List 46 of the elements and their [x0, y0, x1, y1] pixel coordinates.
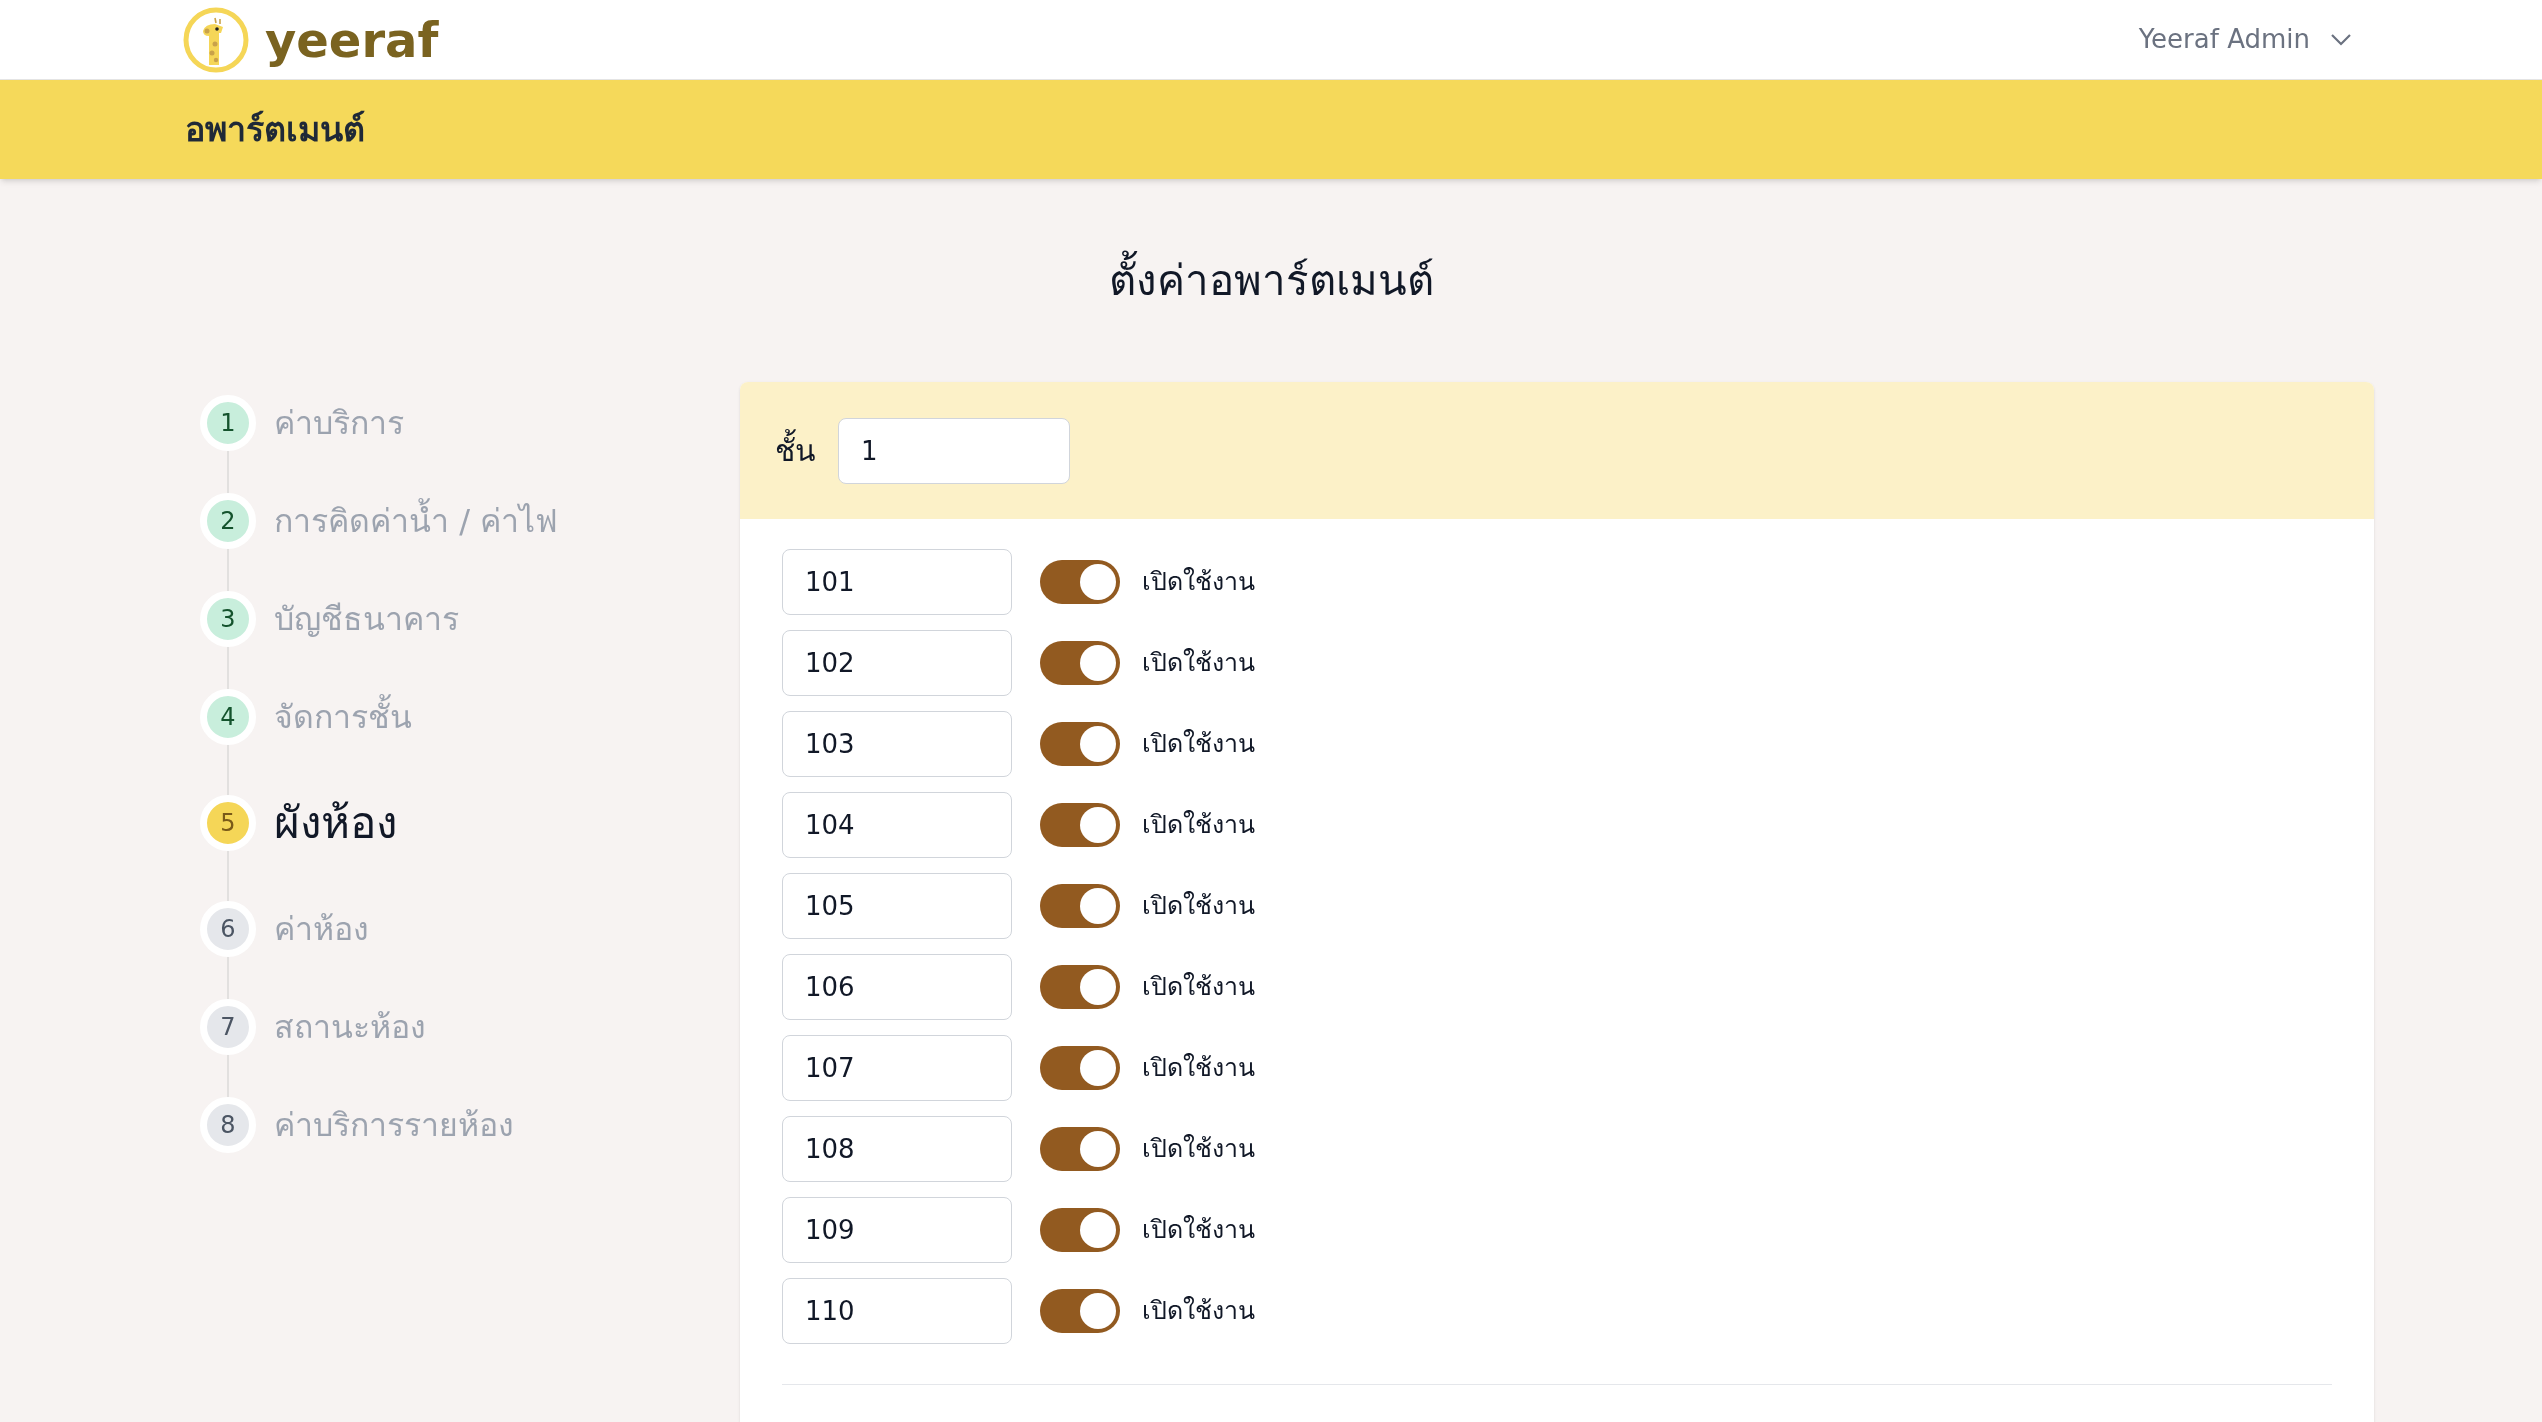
toggle-switch[interactable] [1040, 965, 1120, 1009]
toggle-switch[interactable] [1040, 641, 1120, 685]
room-number-input[interactable]: 102 [782, 630, 1012, 696]
toggle-label: เปิดใช้งาน [1142, 1052, 1255, 1085]
toggle-label: เปิดใช้งาน [1142, 971, 1255, 1004]
toggle-label: เปิดใช้งาน [1142, 1214, 1255, 1247]
toggle-label: เปิดใช้งาน [1142, 1133, 1255, 1166]
page-heading: ตั้งค่าอพาร์ตเมนต์ [0, 249, 2542, 312]
room-number-input[interactable]: 108 [782, 1116, 1012, 1182]
step-number: 5 [200, 795, 256, 851]
page-title: อพาร์ตเมนต์ [185, 108, 365, 151]
step-number: 3 [200, 591, 256, 647]
step-number: 6 [200, 901, 256, 957]
room-number-input[interactable]: 109 [782, 1197, 1012, 1263]
user-menu-button[interactable]: Yeeraf Admin [2138, 20, 2352, 59]
floor-label: ชั้น [775, 428, 816, 473]
step-number: 4 [200, 689, 256, 745]
room-number-input[interactable]: 103 [782, 711, 1012, 777]
toggle-label: เปิดใช้งาน [1142, 566, 1255, 599]
toggle-switch[interactable] [1040, 1046, 1120, 1090]
step-number: 2 [200, 493, 256, 549]
room-number-input[interactable]: 106 [782, 954, 1012, 1020]
toggle-label: เปิดใช้งาน [1142, 890, 1255, 923]
room-number-input[interactable]: 107 [782, 1035, 1012, 1101]
room-number-input[interactable]: 101 [782, 549, 1012, 615]
toggle-switch[interactable] [1040, 1208, 1120, 1252]
step-number: 1 [200, 395, 256, 451]
toggle-label: เปิดใช้งาน [1142, 728, 1255, 761]
giraffe-logo-icon [183, 6, 249, 73]
toggle-switch[interactable] [1040, 722, 1120, 766]
toggle-label: เปิดใช้งาน [1142, 1295, 1255, 1328]
toggle-switch[interactable] [1040, 803, 1120, 847]
toggle-switch[interactable] [1040, 884, 1120, 928]
toggle-label: เปิดใช้งาน [1142, 809, 1255, 842]
chevron-down-icon [2330, 32, 2352, 47]
room-number-input[interactable]: 110 [782, 1278, 1012, 1344]
toggle-switch[interactable] [1040, 560, 1120, 604]
room-number-input[interactable]: 105 [782, 873, 1012, 939]
step-number: 8 [200, 1097, 256, 1153]
step-number: 7 [200, 999, 256, 1055]
step-label[interactable]: ผังห้อง [274, 790, 397, 856]
toggle-switch[interactable] [1040, 1127, 1120, 1171]
room-number-input[interactable]: 104 [782, 792, 1012, 858]
toggle-label: เปิดใช้งาน [1142, 647, 1255, 680]
toggle-switch[interactable] [1040, 1289, 1120, 1333]
floor-input[interactable]: 1 [838, 417, 1070, 484]
